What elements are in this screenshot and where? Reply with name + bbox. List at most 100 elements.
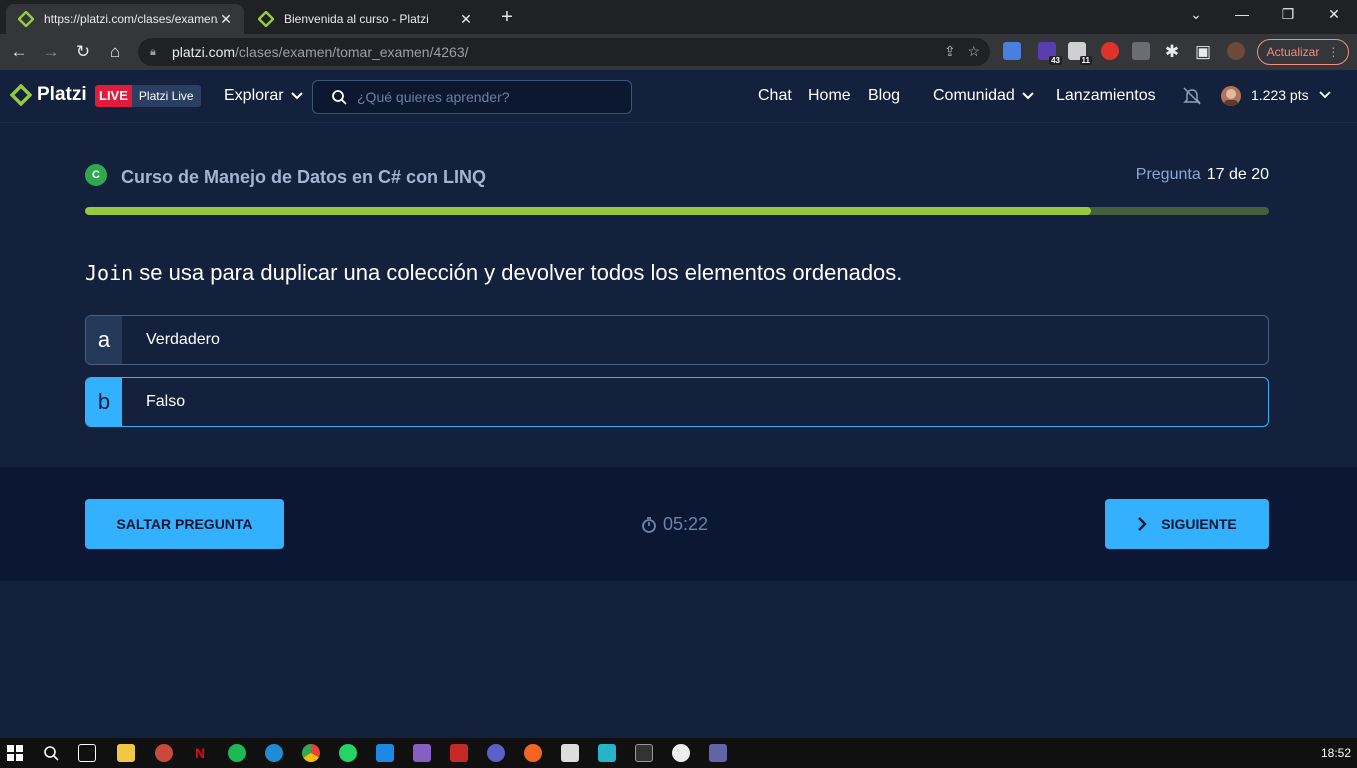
option-text: Verdadero (146, 331, 220, 348)
nav-link-home[interactable]: Home (808, 87, 851, 105)
platzi-favicon-icon (258, 11, 274, 27)
whatsapp-icon[interactable] (339, 744, 357, 762)
update-label: Actualizar (1266, 45, 1320, 59)
quiz-footer: SALTAR PREGUNTA 05:22 SIGUIENTE (0, 467, 1357, 581)
platzi-favicon-icon (18, 11, 34, 27)
tab-title: https://platzi.com/clases/examen/ (44, 12, 218, 26)
user-avatar[interactable] (1221, 86, 1241, 106)
lock-icon: 🔒︎ (150, 45, 156, 58)
skip-question-button[interactable]: SALTAR PREGUNTA (85, 499, 284, 549)
bell-off-icon[interactable] (1182, 86, 1202, 106)
option-letter: b (86, 378, 122, 426)
stopwatch-icon (642, 516, 656, 533)
side-panel-icon[interactable]: ▣ (1191, 40, 1215, 64)
file-explorer-icon[interactable] (117, 744, 135, 762)
app-icon[interactable] (561, 744, 579, 762)
forward-arrow-icon[interactable]: → (39, 40, 63, 64)
close-tab-icon[interactable]: ✕ (458, 11, 474, 28)
search-input[interactable] (357, 89, 617, 105)
community-menu[interactable]: Comunidad (933, 87, 1035, 105)
community-label: Comunidad (933, 87, 1015, 104)
terminal-icon[interactable] (635, 744, 653, 762)
app-icon[interactable] (450, 744, 468, 762)
update-button[interactable]: Actualizar ⋮ (1257, 39, 1349, 65)
chevron-right-icon (1138, 517, 1147, 531)
profile-avatar[interactable] (1227, 42, 1245, 60)
extension-badge: 11 (1079, 56, 1092, 65)
logo-text: Platzi (37, 84, 87, 105)
user-points[interactable]: 1.223 pts (1251, 87, 1331, 103)
browser-tab-exam[interactable]: https://platzi.com/clases/examen/ ✕ (6, 4, 244, 34)
question-counter-value: 17 de 20 (1206, 166, 1269, 183)
question-text: Join se usa para duplicar una colección … (85, 260, 902, 286)
platzi-live-badge[interactable]: LIVE Platzi Live (95, 85, 201, 107)
option-text: Falso (146, 393, 186, 410)
user-photo-icon (1224, 89, 1238, 106)
postman-icon[interactable] (524, 744, 542, 762)
extension-icon[interactable]: 11 (1068, 42, 1092, 65)
new-tab-button[interactable]: + (494, 6, 520, 30)
address-bar[interactable]: 🔒︎ platzi.com/clases/examen/tomar_examen… (138, 38, 990, 66)
search-icon[interactable] (42, 744, 60, 762)
timer-value: 05:22 (663, 514, 709, 534)
url-host: platzi.com (172, 44, 236, 60)
extension-icon[interactable] (1132, 42, 1150, 60)
answer-option-b[interactable]: b Falso (85, 377, 1269, 427)
extension-badge: 43 (1049, 56, 1062, 65)
back-arrow-icon[interactable]: ← (7, 40, 31, 64)
close-tab-icon[interactable]: ✕ (218, 11, 234, 28)
taskbar-clock: 18:52 (1320, 746, 1351, 760)
minimize-icon[interactable]: — (1219, 0, 1265, 30)
course-row: C Curso de Manejo de Datos en C# con LIN… (85, 162, 1269, 190)
tab-search-icon[interactable]: ⌄ (1173, 0, 1219, 30)
next-label: SIGUIENTE (1161, 516, 1237, 532)
explore-label: Explorar (224, 87, 284, 104)
puzzle-extensions-icon[interactable]: ✱ (1160, 40, 1184, 64)
chrome-icon[interactable] (302, 744, 320, 762)
teams-icon[interactable] (709, 744, 727, 762)
progress-bar (85, 207, 1269, 215)
app-icon[interactable] (598, 744, 616, 762)
option-letter: a (86, 316, 122, 364)
close-window-icon[interactable]: ✕ (1311, 0, 1357, 30)
home-icon[interactable]: ⌂ (103, 40, 127, 64)
question-body: se usa para duplicar una colección y dev… (133, 260, 903, 285)
kebab-menu-icon: ⋮ (1327, 45, 1340, 59)
platzi-logo[interactable]: Platzi (10, 84, 87, 106)
app-icon[interactable] (672, 744, 690, 762)
restore-icon[interactable]: ❐ (1265, 0, 1311, 30)
question-counter: Pregunta 17 de 20 (1136, 166, 1269, 184)
url-path: /clases/examen/tomar_examen/4263/ (235, 44, 469, 60)
extension-icon[interactable] (1101, 42, 1119, 60)
edge-icon[interactable] (265, 744, 283, 762)
chevron-down-icon (1022, 92, 1034, 100)
course-title: Curso de Manejo de Datos en C# con LINQ (121, 167, 487, 187)
visual-studio-icon[interactable] (413, 744, 431, 762)
windows-start-icon[interactable] (6, 744, 24, 762)
windows-taskbar: N 18:52 (0, 738, 1357, 768)
reload-icon[interactable]: ↻ (71, 40, 95, 64)
browser-tab-welcome[interactable]: Bienvenida al curso - Platzi ✕ (246, 4, 484, 34)
nav-link-launches[interactable]: Lanzamientos (1056, 87, 1156, 105)
question-code: Join (85, 261, 134, 285)
browser-toolbar: ← → ↻ ⌂ 🔒︎ platzi.com/clases/examen/toma… (0, 34, 1357, 70)
extension-icon[interactable]: 43 (1038, 42, 1062, 65)
task-view-icon[interactable] (78, 744, 96, 762)
translate-extension-icon[interactable] (1003, 42, 1021, 60)
next-button[interactable]: SIGUIENTE (1105, 499, 1269, 549)
spotify-icon[interactable] (228, 744, 246, 762)
browser-tab-strip: https://platzi.com/clases/examen/ ✕ Bien… (0, 0, 1357, 34)
search-icon (332, 90, 347, 105)
nav-link-blog[interactable]: Blog (868, 87, 900, 105)
timer: 05:22 (641, 514, 708, 535)
app-icon[interactable] (487, 744, 505, 762)
share-star-icons[interactable]: ⇪ ☆ (944, 43, 980, 60)
nav-link-chat[interactable]: Chat (758, 87, 792, 105)
netflix-icon[interactable]: N (191, 744, 209, 762)
answer-option-a[interactable]: a Verdadero (85, 315, 1269, 365)
app-icon[interactable] (155, 744, 173, 762)
explore-menu[interactable]: Explorar (224, 87, 304, 105)
vscode-icon[interactable] (376, 744, 394, 762)
search-box[interactable] (312, 80, 632, 114)
chevron-down-icon (1318, 91, 1331, 99)
